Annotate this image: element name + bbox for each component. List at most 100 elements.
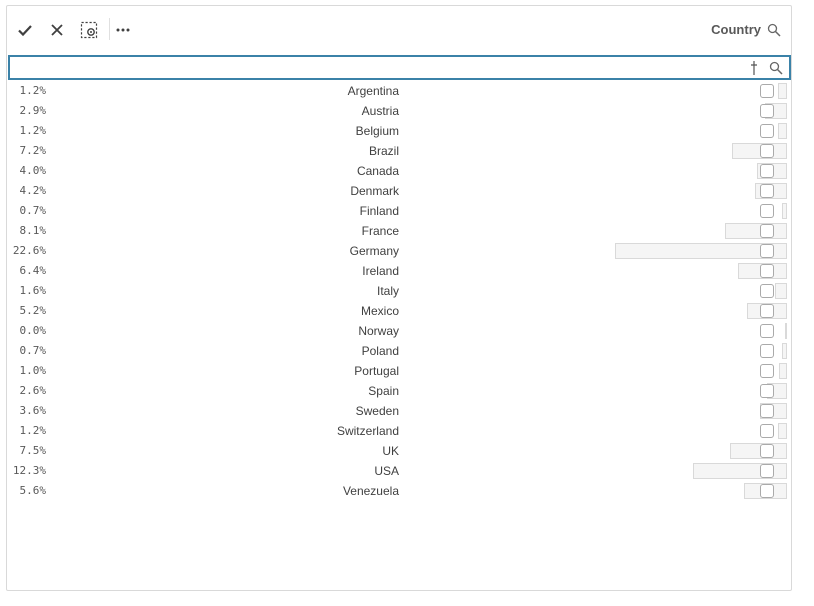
percentage-label: 2.6% [19, 384, 47, 397]
percentage-label: 4.2% [19, 184, 47, 197]
select-checkbox[interactable] [760, 344, 774, 358]
country-name: Canada [356, 164, 399, 178]
list-item[interactable]: 5.6% Venezuela [7, 481, 791, 501]
list-item[interactable]: 2.9% Austria [7, 101, 791, 121]
percentage-label: 5.6% [19, 484, 47, 497]
list-item[interactable]: 7.5% UK [7, 441, 791, 461]
list-item[interactable]: 5.2% Mexico [7, 301, 791, 321]
list-item[interactable]: 0.7% Poland [7, 341, 791, 361]
percentage-label: 2.9% [19, 104, 47, 117]
country-name: Poland [361, 344, 399, 358]
country-name: USA [374, 464, 399, 478]
select-checkbox[interactable] [760, 444, 774, 458]
selection-toolbar: Country [7, 6, 791, 54]
share-bar [778, 423, 787, 439]
select-checkbox[interactable] [760, 464, 774, 478]
field-title: Country [711, 22, 761, 37]
country-name: Mexico [360, 304, 399, 318]
percentage-label: 0.7% [19, 204, 47, 217]
percentage-label: 1.6% [19, 284, 47, 297]
select-checkbox[interactable] [760, 324, 774, 338]
percentage-label: 1.2% [19, 424, 47, 437]
country-name: France [361, 224, 399, 238]
select-checkbox[interactable] [760, 264, 774, 278]
list-item[interactable]: 4.2% Denmark [7, 181, 791, 201]
percentage-label: 1.2% [19, 124, 47, 137]
list-item[interactable]: 1.6% Italy [7, 281, 791, 301]
confirm-selection-button[interactable] [13, 18, 37, 42]
country-name: Spain [368, 384, 399, 398]
list-item[interactable]: 12.3% USA [7, 461, 791, 481]
select-checkbox[interactable] [760, 224, 774, 238]
search-input[interactable] [14, 58, 738, 79]
list-item[interactable]: 0.0% Norway [7, 321, 791, 341]
country-name: Sweden [355, 404, 399, 418]
percentage-label: 8.1% [19, 224, 47, 237]
list-item[interactable]: 8.1% France [7, 221, 791, 241]
percentage-label: 22.6% [12, 244, 46, 257]
lasso-select-button[interactable] [77, 18, 101, 42]
value-list: 1.2% Argentina 2.9% Austria 1.2% Belgium 7.2% B… [7, 81, 791, 501]
lasso-select-icon [80, 21, 98, 39]
share-bar [778, 83, 787, 99]
country-name: Finland [359, 204, 399, 218]
percentage-label: 0.0% [19, 324, 47, 337]
select-checkbox[interactable] [760, 404, 774, 418]
list-item[interactable]: 0.7% Finland [7, 201, 791, 221]
select-checkbox[interactable] [760, 244, 774, 258]
country-name: Argentina [347, 84, 399, 98]
select-checkbox[interactable] [760, 104, 774, 118]
country-name: Venezuela [342, 484, 399, 498]
select-checkbox[interactable] [760, 304, 774, 318]
select-checkbox[interactable] [760, 124, 774, 138]
country-name: Brazil [368, 144, 399, 158]
search-icon[interactable] [767, 23, 781, 37]
percentage-label: 6.4% [19, 264, 47, 277]
share-bar [775, 283, 787, 299]
country-name: Austria [361, 104, 399, 118]
select-checkbox[interactable] [760, 484, 774, 498]
list-item[interactable]: 1.2% Argentina [7, 81, 791, 101]
list-item[interactable]: 1.0% Portugal [7, 361, 791, 381]
select-checkbox[interactable] [760, 164, 774, 178]
share-bar [785, 323, 787, 339]
country-name: Ireland [362, 264, 399, 278]
percentage-label: 7.5% [19, 444, 47, 457]
share-bar [725, 223, 787, 239]
select-checkbox[interactable] [760, 84, 774, 98]
more-options-button[interactable] [111, 18, 135, 42]
select-checkbox[interactable] [760, 184, 774, 198]
cancel-selection-button[interactable] [45, 18, 69, 42]
select-checkbox[interactable] [760, 364, 774, 378]
search-field [8, 55, 791, 80]
select-checkbox[interactable] [760, 424, 774, 438]
list-item[interactable]: 1.2% Switzerland [7, 421, 791, 441]
percentage-label: 12.3% [12, 464, 46, 477]
percentage-label: 4.0% [19, 164, 47, 177]
list-item[interactable]: 3.6% Sweden [7, 401, 791, 421]
list-item[interactable]: 1.2% Belgium [7, 121, 791, 141]
search-icon[interactable] [769, 61, 783, 75]
list-item[interactable]: 22.6% Germany [7, 241, 791, 261]
country-name: UK [382, 444, 399, 458]
select-checkbox[interactable] [760, 144, 774, 158]
share-bar [778, 123, 787, 139]
list-item[interactable]: 4.0% Canada [7, 161, 791, 181]
toolbar-divider [109, 18, 110, 40]
list-item[interactable]: 2.6% Spain [7, 381, 791, 401]
share-bar [782, 343, 787, 359]
select-checkbox[interactable] [760, 204, 774, 218]
country-name: Denmark [350, 184, 399, 198]
percentage-label: 3.6% [19, 404, 47, 417]
list-item[interactable]: 7.2% Brazil [7, 141, 791, 161]
country-name: Portugal [354, 364, 399, 378]
percentage-label: 1.0% [19, 364, 47, 377]
percentage-label: 5.2% [19, 304, 47, 317]
select-checkbox[interactable] [760, 284, 774, 298]
country-name: Germany [349, 244, 399, 258]
select-checkbox[interactable] [760, 384, 774, 398]
close-icon [51, 24, 63, 36]
country-name: Switzerland [336, 424, 399, 438]
list-item[interactable]: 6.4% Ireland [7, 261, 791, 281]
filter-pane: Country 1.2% Argentina 2.9% Austria 1.2% Belg… [6, 5, 792, 591]
